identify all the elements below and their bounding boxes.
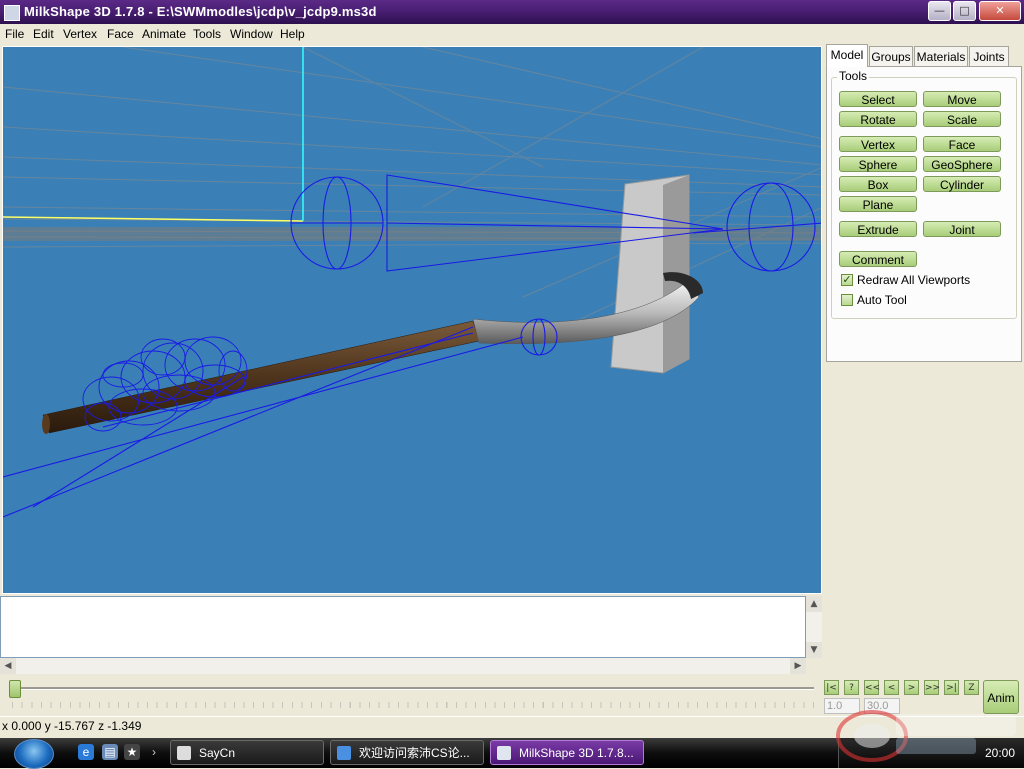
taskbar-item-milkshape[interactable]: MilkShape 3D 1.7.8... (490, 740, 644, 765)
menu-bar: File Edit Vertex Face Animate Tools Wind… (0, 24, 1024, 44)
maximize-button[interactable]: □ (953, 1, 976, 21)
minimize-button[interactable]: — (928, 1, 951, 21)
taskbar-item-label: 欢迎访问索沛CS论... (359, 746, 470, 760)
close-button[interactable]: ✕ (979, 1, 1021, 21)
menu-file[interactable]: File (5, 27, 24, 41)
fast-forward-icon[interactable]: >> (924, 680, 940, 695)
redraw-all-viewports-checkbox[interactable]: ✓ (841, 274, 853, 286)
auto-tool-checkbox[interactable] (841, 294, 853, 306)
show-desktop-icon[interactable]: ▤ (102, 744, 118, 760)
saycn-icon (177, 746, 191, 760)
move-button[interactable]: Move (923, 91, 1001, 107)
message-console[interactable] (0, 596, 806, 658)
timeline-slider-thumb[interactable] (9, 680, 21, 698)
3d-viewport[interactable] (2, 46, 822, 594)
box-button[interactable]: Box (839, 176, 917, 192)
timeline-track[interactable] (12, 687, 814, 690)
milkshape-app-icon (4, 5, 20, 21)
scale-button[interactable]: Scale (923, 111, 1001, 127)
rotate-button[interactable]: Rotate (839, 111, 917, 127)
viewport-scene (3, 47, 821, 518)
timeline-ticks (12, 702, 814, 708)
animation-timeline (0, 676, 822, 716)
tab-model[interactable]: Model (826, 44, 868, 67)
taskbar-item-label: SayCn (199, 746, 236, 760)
vertex-button[interactable]: Vertex (839, 136, 917, 152)
taskbar-item-saycn[interactable]: SayCn (170, 740, 324, 765)
console-horizontal-scrollbar[interactable]: ◀ ▶ (0, 658, 806, 674)
title-bar: MilkShape 3D 1.7.8 - E:\SWMmodles\jcdp\v… (0, 0, 1024, 24)
plane-button[interactable]: Plane (839, 196, 917, 212)
window-title: MilkShape 3D 1.7.8 - E:\SWMmodles\jcdp\v… (24, 4, 377, 19)
help-icon[interactable]: ? (844, 680, 859, 695)
face-button[interactable]: Face (923, 136, 1001, 152)
scroll-right-arrow-icon[interactable]: ▶ (790, 658, 806, 674)
menu-window[interactable]: Window (230, 27, 273, 41)
counter-strike-icon[interactable]: ★ (124, 744, 140, 760)
coordinate-readout: x 0.000 y -15.767 z -1.349 (2, 719, 142, 733)
taskbar-item-label: MilkShape 3D 1.7.8... (519, 746, 634, 760)
start-button[interactable] (14, 739, 54, 769)
cylinder-button[interactable]: Cylinder (923, 176, 1001, 192)
sphere-button[interactable]: Sphere (839, 156, 917, 172)
tools-group-label: Tools (837, 69, 870, 83)
menu-edit[interactable]: Edit (33, 27, 54, 41)
next-frame-icon[interactable]: > (904, 680, 919, 695)
watermark-logo (836, 710, 1016, 762)
menu-tools[interactable]: Tools (193, 27, 221, 41)
scroll-left-arrow-icon[interactable]: ◀ (0, 658, 16, 674)
auto-tool-label: Auto Tool (857, 293, 907, 307)
menu-vertex[interactable]: Vertex (63, 27, 97, 41)
scroll-up-arrow-icon[interactable]: ▲ (806, 596, 822, 612)
prev-frame-icon[interactable]: < (884, 680, 899, 695)
browser-icon (337, 746, 351, 760)
select-button[interactable]: Select (839, 91, 917, 107)
tab-joints[interactable]: Joints (969, 46, 1009, 66)
rewind-icon[interactable]: << (864, 680, 880, 695)
first-frame-icon[interactable]: |< (824, 680, 839, 695)
milkshape-icon (497, 746, 511, 760)
comment-button[interactable]: Comment (839, 251, 917, 267)
joint-button[interactable]: Joint (923, 221, 1001, 237)
menu-face[interactable]: Face (107, 27, 134, 41)
loop-icon[interactable]: Z (964, 680, 979, 695)
model-tab-panel: Tools Select Move Rotate Scale Vertex Fa… (826, 66, 1022, 362)
quicklaunch-more-icon[interactable]: › (146, 744, 162, 760)
tab-groups[interactable]: Groups (869, 46, 913, 66)
internet-explorer-icon[interactable]: e (78, 744, 94, 760)
tab-materials[interactable]: Materials (914, 46, 968, 66)
last-frame-icon[interactable]: >| (944, 680, 959, 695)
taskbar-item-browser[interactable]: 欢迎访问索沛CS论... (330, 740, 484, 765)
menu-animate[interactable]: Animate (142, 27, 186, 41)
menu-help[interactable]: Help (280, 27, 305, 41)
extrude-button[interactable]: Extrude (839, 221, 917, 237)
scroll-down-arrow-icon[interactable]: ▼ (806, 642, 822, 658)
redraw-all-viewports-label: Redraw All Viewports (857, 273, 971, 287)
side-panel: Model Groups Materials Joints Tools Sele… (824, 44, 1024, 682)
console-vertical-scrollbar[interactable]: ▲ ▼ (806, 596, 822, 658)
geosphere-button[interactable]: GeoSphere (923, 156, 1001, 172)
